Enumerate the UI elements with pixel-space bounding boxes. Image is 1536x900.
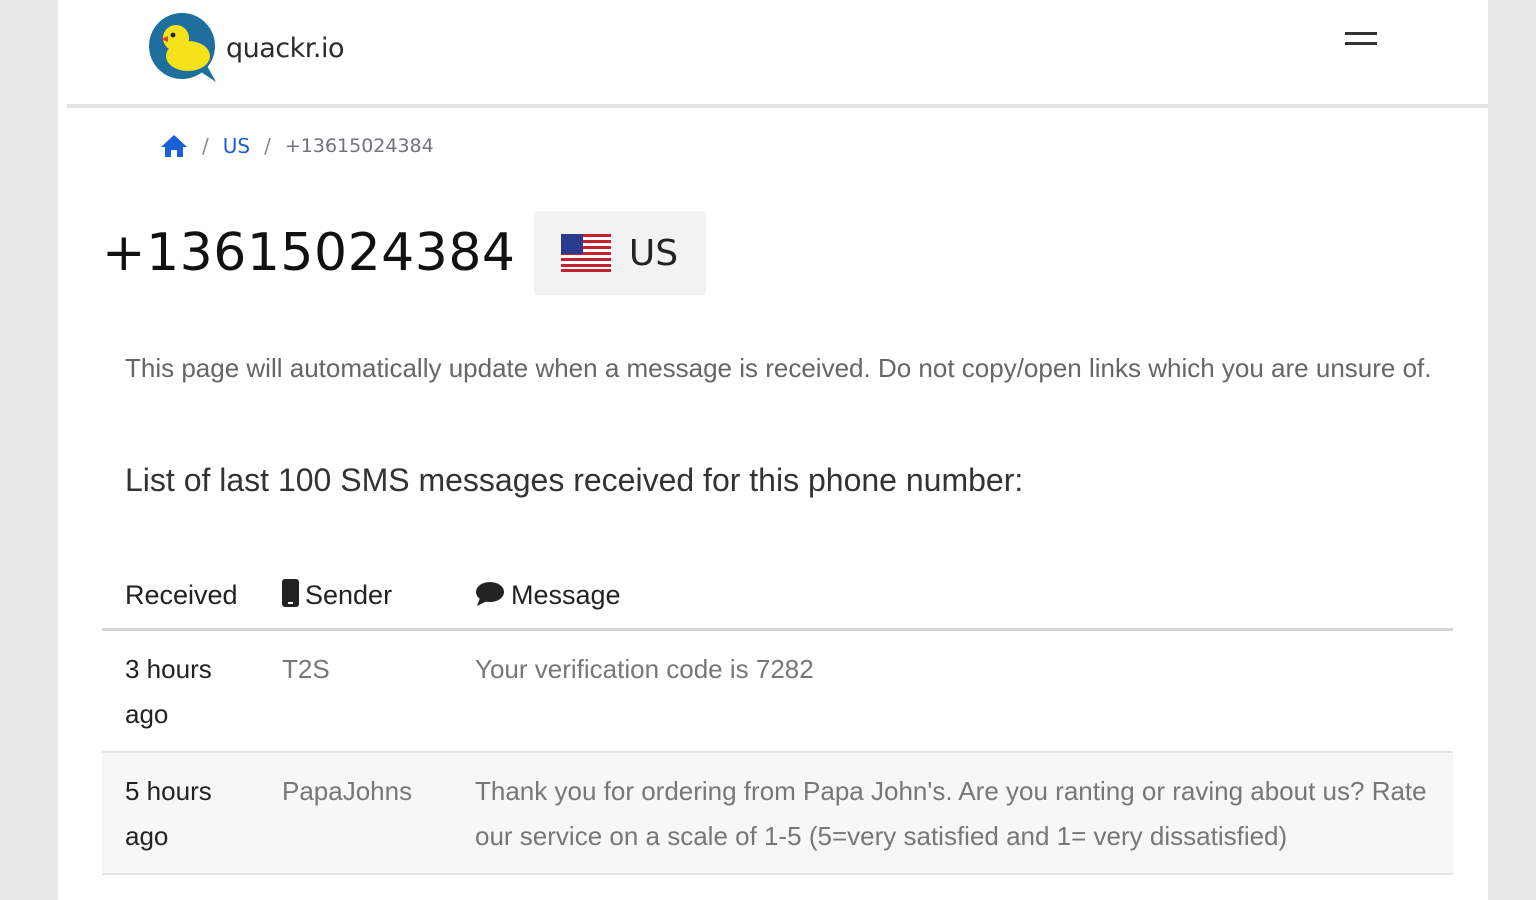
breadcrumb: / US / +13615024384 [160, 128, 434, 164]
received-cell: 5 hours ago [102, 752, 259, 875]
header-message: Message [452, 562, 1453, 631]
breadcrumb-separator: / [264, 134, 271, 158]
navbar: quackr.io [58, 0, 1488, 104]
breadcrumb-current: +13615024384 [284, 135, 434, 157]
country-code: US [628, 232, 679, 274]
table-row: 5 hours ago PapaJohns Thank you for orde… [102, 752, 1453, 875]
hamburger-icon[interactable] [1341, 26, 1381, 58]
list-heading: List of last 100 SMS messages received f… [125, 462, 1024, 498]
page-title: +13615024384 [102, 223, 516, 283]
us-flag-icon [560, 234, 611, 272]
message-cell: Your verification code is 7282 [452, 629, 1453, 753]
table-row: 3 hours ago T2S Your verification code i… [102, 629, 1453, 753]
brand-link[interactable]: quackr.io [146, 12, 345, 84]
page-container: quackr.io / US / +13615024384 +136150243… [58, 0, 1488, 900]
navbar-divider [67, 104, 1488, 108]
header-received: Received [102, 562, 259, 631]
message-cell: Thank you for ordering from Papa John's.… [452, 752, 1453, 875]
breadcrumb-separator: / [202, 134, 209, 158]
title-row: +13615024384 US [102, 210, 706, 296]
sms-table: Received Sender Message 3 hours ago T2S … [102, 562, 1453, 875]
breadcrumb-country-link[interactable]: US [223, 134, 250, 158]
sender-cell: T2S [259, 629, 452, 753]
table-header-row: Received Sender Message [102, 562, 1453, 631]
header-received-label: Received [125, 579, 238, 610]
received-cell: 3 hours ago [102, 629, 259, 753]
quackr-logo-icon [149, 13, 216, 82]
header-message-label: Message [511, 579, 621, 610]
speech-bubble-icon [476, 581, 504, 606]
mobile-phone-icon [282, 579, 299, 607]
header-sender: Sender [259, 562, 452, 631]
sender-cell: PapaJohns [259, 752, 452, 875]
brand-name: quackr.io [226, 32, 345, 64]
auto-update-notice: This page will automatically update when… [125, 353, 1432, 383]
header-sender-label: Sender [305, 580, 393, 610]
country-badge: US [533, 211, 706, 295]
home-icon[interactable] [160, 133, 188, 159]
